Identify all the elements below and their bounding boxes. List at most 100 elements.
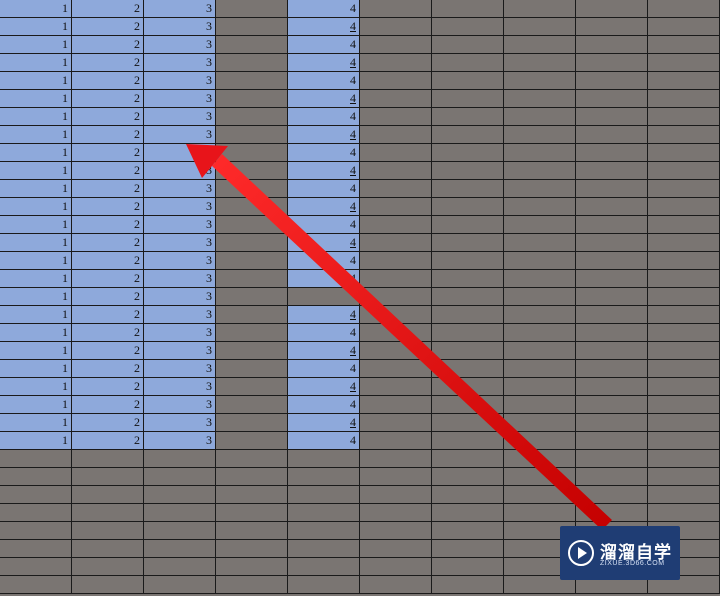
empty-cell[interactable]	[72, 522, 144, 540]
data-cell[interactable]: 3	[144, 0, 216, 18]
empty-cell[interactable]	[648, 414, 720, 432]
empty-cell[interactable]	[432, 180, 504, 198]
data-cell[interactable]: 1	[0, 342, 72, 360]
empty-cell[interactable]	[648, 162, 720, 180]
empty-cell[interactable]	[504, 90, 576, 108]
empty-cell[interactable]	[432, 126, 504, 144]
empty-cell[interactable]	[360, 486, 432, 504]
empty-cell[interactable]	[360, 324, 432, 342]
data-cell[interactable]: 4	[288, 414, 360, 432]
empty-cell[interactable]	[648, 180, 720, 198]
data-cell[interactable]: 2	[72, 162, 144, 180]
empty-cell[interactable]	[504, 144, 576, 162]
data-cell[interactable]: 4	[288, 306, 360, 324]
empty-cell[interactable]	[432, 540, 504, 558]
empty-cell[interactable]	[216, 486, 288, 504]
empty-cell[interactable]	[576, 180, 648, 198]
empty-cell[interactable]	[216, 270, 288, 288]
data-cell[interactable]: 1	[0, 270, 72, 288]
data-cell[interactable]: 1	[0, 126, 72, 144]
empty-cell[interactable]	[216, 576, 288, 594]
empty-cell[interactable]	[360, 450, 432, 468]
empty-cell[interactable]	[504, 72, 576, 90]
empty-cell[interactable]	[576, 432, 648, 450]
data-cell[interactable]: 1	[0, 54, 72, 72]
empty-cell[interactable]	[432, 450, 504, 468]
empty-cell[interactable]	[72, 504, 144, 522]
empty-cell[interactable]	[288, 468, 360, 486]
empty-cell[interactable]	[504, 378, 576, 396]
empty-cell[interactable]	[432, 144, 504, 162]
empty-cell[interactable]	[432, 162, 504, 180]
empty-cell[interactable]	[504, 486, 576, 504]
data-cell[interactable]: 3	[144, 342, 216, 360]
data-cell[interactable]: 2	[72, 396, 144, 414]
empty-cell[interactable]	[360, 180, 432, 198]
empty-cell[interactable]	[504, 180, 576, 198]
empty-cell[interactable]	[576, 162, 648, 180]
empty-cell[interactable]	[648, 360, 720, 378]
empty-cell[interactable]	[576, 378, 648, 396]
empty-cell[interactable]	[360, 468, 432, 486]
empty-cell[interactable]	[432, 72, 504, 90]
empty-cell[interactable]	[360, 432, 432, 450]
data-cell[interactable]: 1	[0, 324, 72, 342]
empty-cell[interactable]	[360, 36, 432, 54]
empty-cell[interactable]	[576, 270, 648, 288]
empty-cell[interactable]	[216, 216, 288, 234]
empty-cell[interactable]	[648, 0, 720, 18]
empty-cell[interactable]	[360, 90, 432, 108]
empty-cell[interactable]	[648, 216, 720, 234]
empty-cell[interactable]	[648, 396, 720, 414]
data-cell[interactable]: 4	[288, 360, 360, 378]
empty-cell[interactable]	[216, 180, 288, 198]
empty-cell[interactable]	[72, 576, 144, 594]
data-cell[interactable]: 1	[0, 306, 72, 324]
empty-cell[interactable]	[360, 342, 432, 360]
data-cell[interactable]: 4	[288, 36, 360, 54]
empty-cell[interactable]	[576, 216, 648, 234]
empty-cell[interactable]	[288, 288, 360, 306]
empty-cell[interactable]	[504, 0, 576, 18]
empty-cell[interactable]	[576, 288, 648, 306]
empty-cell[interactable]	[216, 360, 288, 378]
empty-cell[interactable]	[648, 144, 720, 162]
empty-cell[interactable]	[216, 72, 288, 90]
data-cell[interactable]: 1	[0, 396, 72, 414]
data-cell[interactable]: 2	[72, 72, 144, 90]
empty-cell[interactable]	[576, 90, 648, 108]
data-cell[interactable]: 1	[0, 36, 72, 54]
data-cell[interactable]: 2	[72, 180, 144, 198]
empty-cell[interactable]	[144, 486, 216, 504]
data-cell[interactable]: 2	[72, 144, 144, 162]
data-cell[interactable]: 2	[72, 378, 144, 396]
empty-cell[interactable]	[648, 126, 720, 144]
data-cell[interactable]: 2	[72, 432, 144, 450]
empty-cell[interactable]	[504, 216, 576, 234]
empty-cell[interactable]	[72, 486, 144, 504]
empty-cell[interactable]	[432, 90, 504, 108]
empty-cell[interactable]	[432, 108, 504, 126]
empty-cell[interactable]	[288, 486, 360, 504]
empty-cell[interactable]	[360, 252, 432, 270]
empty-cell[interactable]	[432, 396, 504, 414]
empty-cell[interactable]	[72, 558, 144, 576]
empty-cell[interactable]	[216, 396, 288, 414]
data-cell[interactable]: 3	[144, 54, 216, 72]
empty-cell[interactable]	[216, 504, 288, 522]
empty-cell[interactable]	[504, 396, 576, 414]
empty-cell[interactable]	[576, 252, 648, 270]
empty-cell[interactable]	[504, 342, 576, 360]
empty-cell[interactable]	[576, 504, 648, 522]
empty-cell[interactable]	[144, 522, 216, 540]
empty-cell[interactable]	[648, 378, 720, 396]
empty-cell[interactable]	[504, 270, 576, 288]
empty-cell[interactable]	[216, 108, 288, 126]
data-cell[interactable]: 3	[144, 216, 216, 234]
empty-cell[interactable]	[576, 414, 648, 432]
data-cell[interactable]: 1	[0, 18, 72, 36]
data-cell[interactable]: 4	[288, 108, 360, 126]
empty-cell[interactable]	[144, 558, 216, 576]
empty-cell[interactable]	[648, 36, 720, 54]
empty-cell[interactable]	[216, 522, 288, 540]
